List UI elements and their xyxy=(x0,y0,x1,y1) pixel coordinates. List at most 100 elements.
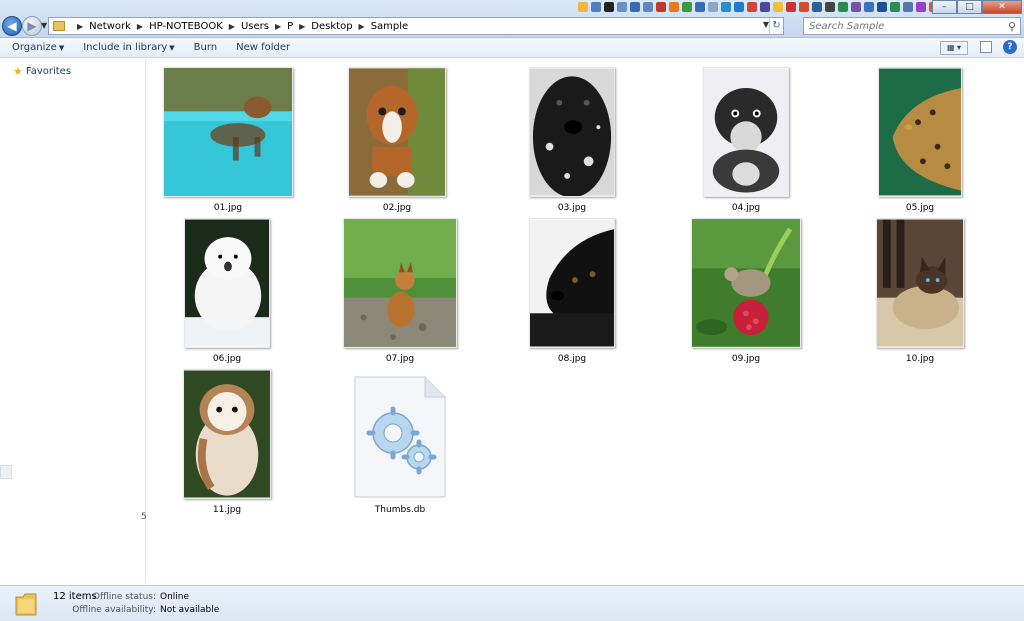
file-item[interactable]: 11.jpg xyxy=(177,368,277,515)
file-item[interactable]: 04.jpg xyxy=(696,66,796,213)
breadcrumb-desktop[interactable]: Desktop xyxy=(311,21,352,32)
tray-app-icon[interactable] xyxy=(903,2,913,12)
folder-icon xyxy=(15,593,37,616)
refresh-button[interactable]: ↻ xyxy=(769,18,783,34)
chevron-right-icon[interactable]: ▶ xyxy=(299,22,305,31)
forward-button[interactable]: ▶ xyxy=(22,16,42,36)
breadcrumb-users[interactable]: Users xyxy=(241,21,269,32)
search-input[interactable] xyxy=(809,20,994,32)
file-item[interactable]: 02.jpg xyxy=(342,66,452,213)
tray-app-icon[interactable] xyxy=(838,2,848,12)
preview-pane-button[interactable] xyxy=(980,41,992,53)
tray-app-icon[interactable] xyxy=(695,2,705,12)
chevron-right-icon[interactable]: ▶ xyxy=(137,22,143,31)
file-name: 05.jpg xyxy=(905,203,935,213)
white-puppy-photo-icon xyxy=(184,218,270,348)
file-item[interactable]: 10.jpg xyxy=(870,217,970,364)
back-button[interactable]: ◀ xyxy=(2,16,22,36)
search-icon[interactable]: ⚲ xyxy=(1008,20,1016,33)
tray-app-icon[interactable] xyxy=(682,2,692,12)
tray-app-icon[interactable] xyxy=(617,2,627,12)
file-name: 09.jpg xyxy=(731,354,761,364)
barn-owl-photo-icon xyxy=(183,369,271,499)
breadcrumb-network[interactable]: Network xyxy=(89,21,131,32)
tray-app-icon[interactable] xyxy=(773,2,783,12)
file-item[interactable]: 06.jpg xyxy=(177,217,277,364)
file-item[interactable]: Thumbs.db xyxy=(352,368,448,515)
window-controls: – □ ✕ xyxy=(932,0,1022,14)
tray-app-icon[interactable] xyxy=(591,2,601,12)
arrow-left-icon: ◀ xyxy=(7,19,17,33)
file-item[interactable]: 07.jpg xyxy=(340,217,460,364)
tray-app-icon[interactable] xyxy=(604,2,614,12)
siamese-cat-photo-icon xyxy=(876,218,964,348)
tray-app-icon[interactable] xyxy=(669,2,679,12)
offline-availability-label: Offline availability: xyxy=(72,605,156,615)
file-name: Thumbs.db xyxy=(374,505,426,515)
tray-app-icon[interactable] xyxy=(916,2,926,12)
change-view-button[interactable]: ▦ ▾ xyxy=(940,41,968,55)
maximize-button[interactable]: □ xyxy=(957,0,982,14)
new-folder-button[interactable]: New folder xyxy=(236,42,290,53)
mouse-raspberry-photo-icon xyxy=(691,218,801,348)
tray-app-icon[interactable] xyxy=(643,2,653,12)
tray-app-icon[interactable] xyxy=(812,2,822,12)
details-pane: 12 items Offline status: Online Offline … xyxy=(0,585,1024,621)
leopard-photo-icon xyxy=(878,67,962,197)
help-button[interactable]: ? xyxy=(1003,40,1017,54)
file-name: 06.jpg xyxy=(212,354,242,364)
file-name: 07.jpg xyxy=(385,354,415,364)
address-bar[interactable]: ▶ Network ▶ HP-NOTEBOOK ▶ Users ▶ P ▶ De… xyxy=(48,17,784,35)
address-bar-region: – □ ✕ ◀ ▶ ▼ ▶ Network ▶ HP-NOTEBOOK ▶ Us… xyxy=(0,0,1024,38)
file-name: 08.jpg xyxy=(557,354,587,364)
recent-pages-dropdown[interactable]: ▼ xyxy=(41,21,47,30)
organize-button[interactable]: Organize ▼ xyxy=(12,42,64,53)
favorites-label: Favorites xyxy=(25,66,72,77)
chevron-right-icon[interactable]: ▶ xyxy=(359,22,365,31)
burn-button[interactable]: Burn xyxy=(194,42,217,53)
tray-app-icon[interactable] xyxy=(890,2,900,12)
arrow-right-icon: ▶ xyxy=(27,19,37,33)
tray-app-icon[interactable] xyxy=(864,2,874,12)
system-file-gears-icon xyxy=(354,376,446,498)
tray-app-icon[interactable] xyxy=(747,2,757,12)
nav-pane-scroll-handle[interactable] xyxy=(0,465,12,479)
command-bar: Organize ▼ Include in library ▼ Burn New f… xyxy=(0,38,1024,58)
chevron-right-icon[interactable]: ▶ xyxy=(229,22,235,31)
minimize-button[interactable]: – xyxy=(932,0,957,14)
tray-app-icon[interactable] xyxy=(825,2,835,12)
tray-app-icon[interactable] xyxy=(578,2,588,12)
file-name: 03.jpg xyxy=(557,203,587,213)
tray-app-icon[interactable] xyxy=(721,2,731,12)
pool-dog-photo-icon xyxy=(163,67,293,197)
black-dog-snow-photo-icon xyxy=(529,67,615,197)
chevron-right-icon: ▶ xyxy=(77,21,84,31)
file-item[interactable]: 05.jpg xyxy=(870,66,970,213)
file-item[interactable]: 03.jpg xyxy=(522,66,622,213)
tray-app-icon[interactable] xyxy=(734,2,744,12)
offline-status-label: Offline status: xyxy=(92,592,156,602)
file-name: 02.jpg xyxy=(382,203,412,213)
breadcrumb-sample[interactable]: Sample xyxy=(371,21,409,32)
favorites-item[interactable]: ★ Favorites xyxy=(13,65,71,78)
chevron-right-icon[interactable]: ▶ xyxy=(275,22,281,31)
breadcrumb-hp-notebook[interactable]: HP-NOTEBOOK xyxy=(149,21,223,32)
tray-app-icon[interactable] xyxy=(877,2,887,12)
tray-app-icon[interactable] xyxy=(760,2,770,12)
nav-pane-marker: 5 xyxy=(141,512,147,522)
navigation-pane: ★ Favorites 5 xyxy=(0,59,147,585)
breadcrumb-p[interactable]: P xyxy=(287,21,293,32)
file-item[interactable]: 01.jpg xyxy=(161,66,295,213)
tray-app-icon[interactable] xyxy=(630,2,640,12)
file-item[interactable]: 09.jpg xyxy=(688,217,804,364)
tray-app-icon[interactable] xyxy=(708,2,718,12)
file-name: 04.jpg xyxy=(731,203,761,213)
close-button[interactable]: ✕ xyxy=(982,0,1022,14)
tray-app-icon[interactable] xyxy=(799,2,809,12)
file-item[interactable]: 08.jpg xyxy=(522,217,622,364)
tray-app-icon[interactable] xyxy=(786,2,796,12)
tray-app-icon[interactable] xyxy=(656,2,666,12)
include-in-library-button[interactable]: Include in library ▼ xyxy=(83,42,174,53)
tray-app-icon[interactable] xyxy=(851,2,861,12)
search-box[interactable]: ⚲ xyxy=(803,17,1021,35)
